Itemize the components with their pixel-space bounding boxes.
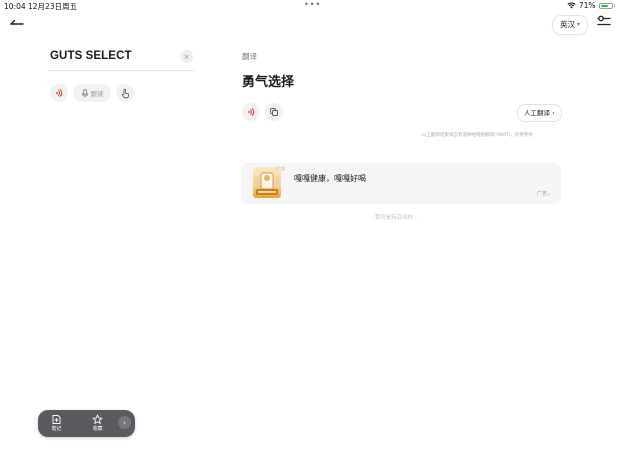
language-selector[interactable]: 英汉 ▾ bbox=[552, 15, 589, 35]
expand-bar-button[interactable]: › bbox=[118, 416, 131, 429]
star-icon bbox=[92, 414, 103, 424]
clear-query-button[interactable]: × bbox=[180, 50, 193, 63]
follow-read-button[interactable]: 跟读 bbox=[73, 84, 111, 102]
human-translate-button[interactable]: 人工翻译 › bbox=[517, 104, 562, 122]
multitask-dots[interactable]: ••• bbox=[304, 0, 321, 9]
query-pronounce-button[interactable] bbox=[50, 84, 68, 102]
notes-button[interactable]: 笔记 bbox=[51, 414, 62, 432]
microphone-icon bbox=[81, 88, 88, 97]
status-time-date: 10:04 12月23日周五 bbox=[4, 1, 77, 12]
battery-level-fill bbox=[600, 4, 608, 7]
hand-pointer-icon bbox=[121, 88, 129, 98]
battery-icon bbox=[598, 2, 613, 9]
translation-disclaimer: 以上翻译结果来自有道神经网络翻译(YNMT)，仅供参考 bbox=[422, 133, 533, 138]
query-divider bbox=[48, 70, 194, 71]
wifi-icon bbox=[567, 2, 576, 9]
query-text[interactable]: GUTS SELECT bbox=[50, 50, 132, 62]
favorites-label: 收藏 bbox=[92, 426, 103, 432]
copy-translation-button[interactable] bbox=[265, 103, 283, 121]
ad-text[interactable]: 嘎嘎健康，嘎嘎好喝 bbox=[294, 173, 366, 184]
close-icon: × bbox=[183, 52, 190, 61]
note-add-icon bbox=[52, 415, 61, 424]
notes-label: 笔记 bbox=[51, 426, 62, 432]
speaker-icon bbox=[248, 108, 255, 116]
back-arrow-icon[interactable] bbox=[9, 15, 25, 29]
translation-pronounce-button[interactable] bbox=[242, 103, 260, 121]
tap-to-lookup-button[interactable] bbox=[116, 84, 134, 102]
translation-text[interactable]: 勇气选择 bbox=[242, 71, 294, 90]
status-date: 12月23日周五 bbox=[28, 2, 78, 11]
chevron-right-icon: › bbox=[123, 418, 126, 427]
status-time: 10:04 bbox=[4, 2, 26, 11]
status-indicators: 71% bbox=[567, 1, 615, 10]
settings-sliders-icon[interactable] bbox=[596, 14, 612, 30]
speaker-icon bbox=[56, 89, 63, 97]
chevron-down-icon: ▾ bbox=[577, 21, 581, 28]
copy-icon bbox=[270, 108, 278, 116]
ad-badge[interactable]: 广告⌄ bbox=[537, 190, 551, 197]
ad-card[interactable] bbox=[241, 163, 561, 204]
language-label: 英汉 bbox=[560, 20, 575, 29]
battery-cap bbox=[613, 4, 615, 7]
end-of-content-note: - 我可是有底线的 - bbox=[371, 215, 417, 221]
ad-thumb-caption: 广告 bbox=[277, 166, 285, 171]
favorites-button[interactable]: 收藏 bbox=[92, 414, 103, 432]
section-label-translation: 翻译 bbox=[242, 52, 257, 61]
follow-read-label: 跟读 bbox=[90, 90, 104, 98]
battery-percent: 71% bbox=[578, 1, 596, 10]
